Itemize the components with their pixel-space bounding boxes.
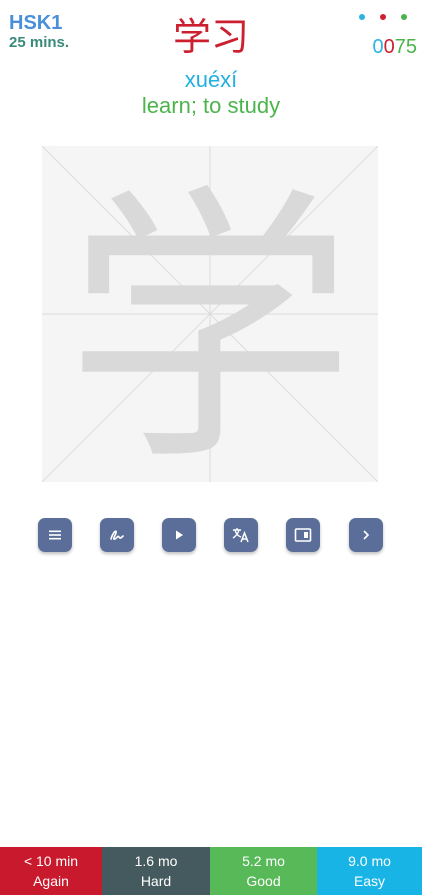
card-icon: [294, 528, 312, 542]
translate-button[interactable]: [224, 518, 258, 552]
easy-label: Easy: [353, 873, 386, 889]
translate-icon: [232, 528, 249, 543]
signature-icon: [110, 530, 124, 540]
again-label: Again: [33, 873, 69, 889]
easy-interval: 9.0 mo: [348, 853, 391, 869]
good-interval: 5.2 mo: [242, 853, 285, 869]
hard-interval: 1.6 mo: [134, 853, 178, 869]
good-label: Good: [246, 873, 281, 889]
draw-button[interactable]: [100, 518, 134, 552]
again-button[interactable]: < 10 min Again: [0, 847, 102, 895]
character-outline: 学: [65, 163, 355, 482]
good-button[interactable]: 5.2 mo Good: [210, 847, 317, 895]
writing-grid: 学: [42, 146, 378, 482]
hard-label: Hard: [140, 873, 172, 889]
menu-button[interactable]: [38, 518, 72, 552]
toolbar: [38, 518, 383, 552]
card-pinyin: xuéxí: [184, 67, 238, 92]
play-icon: [176, 530, 183, 540]
answer-buttons: < 10 min Again 1.6 mo Hard 5.2 mo Good 9…: [0, 847, 422, 895]
card-meaning: learn; to study: [141, 93, 281, 118]
again-interval: < 10 min: [23, 853, 79, 869]
card-info-button[interactable]: [286, 518, 320, 552]
hard-button[interactable]: 1.6 mo Hard: [102, 847, 210, 895]
card-hanzi: 学习: [172, 15, 249, 59]
next-button[interactable]: [349, 518, 383, 552]
writing-canvas[interactable]: 学: [42, 146, 378, 482]
easy-button[interactable]: 9.0 mo Easy: [317, 847, 422, 895]
menu-icon: [49, 530, 61, 540]
play-audio-button[interactable]: [162, 518, 196, 552]
chevron-right-icon: [363, 530, 370, 540]
